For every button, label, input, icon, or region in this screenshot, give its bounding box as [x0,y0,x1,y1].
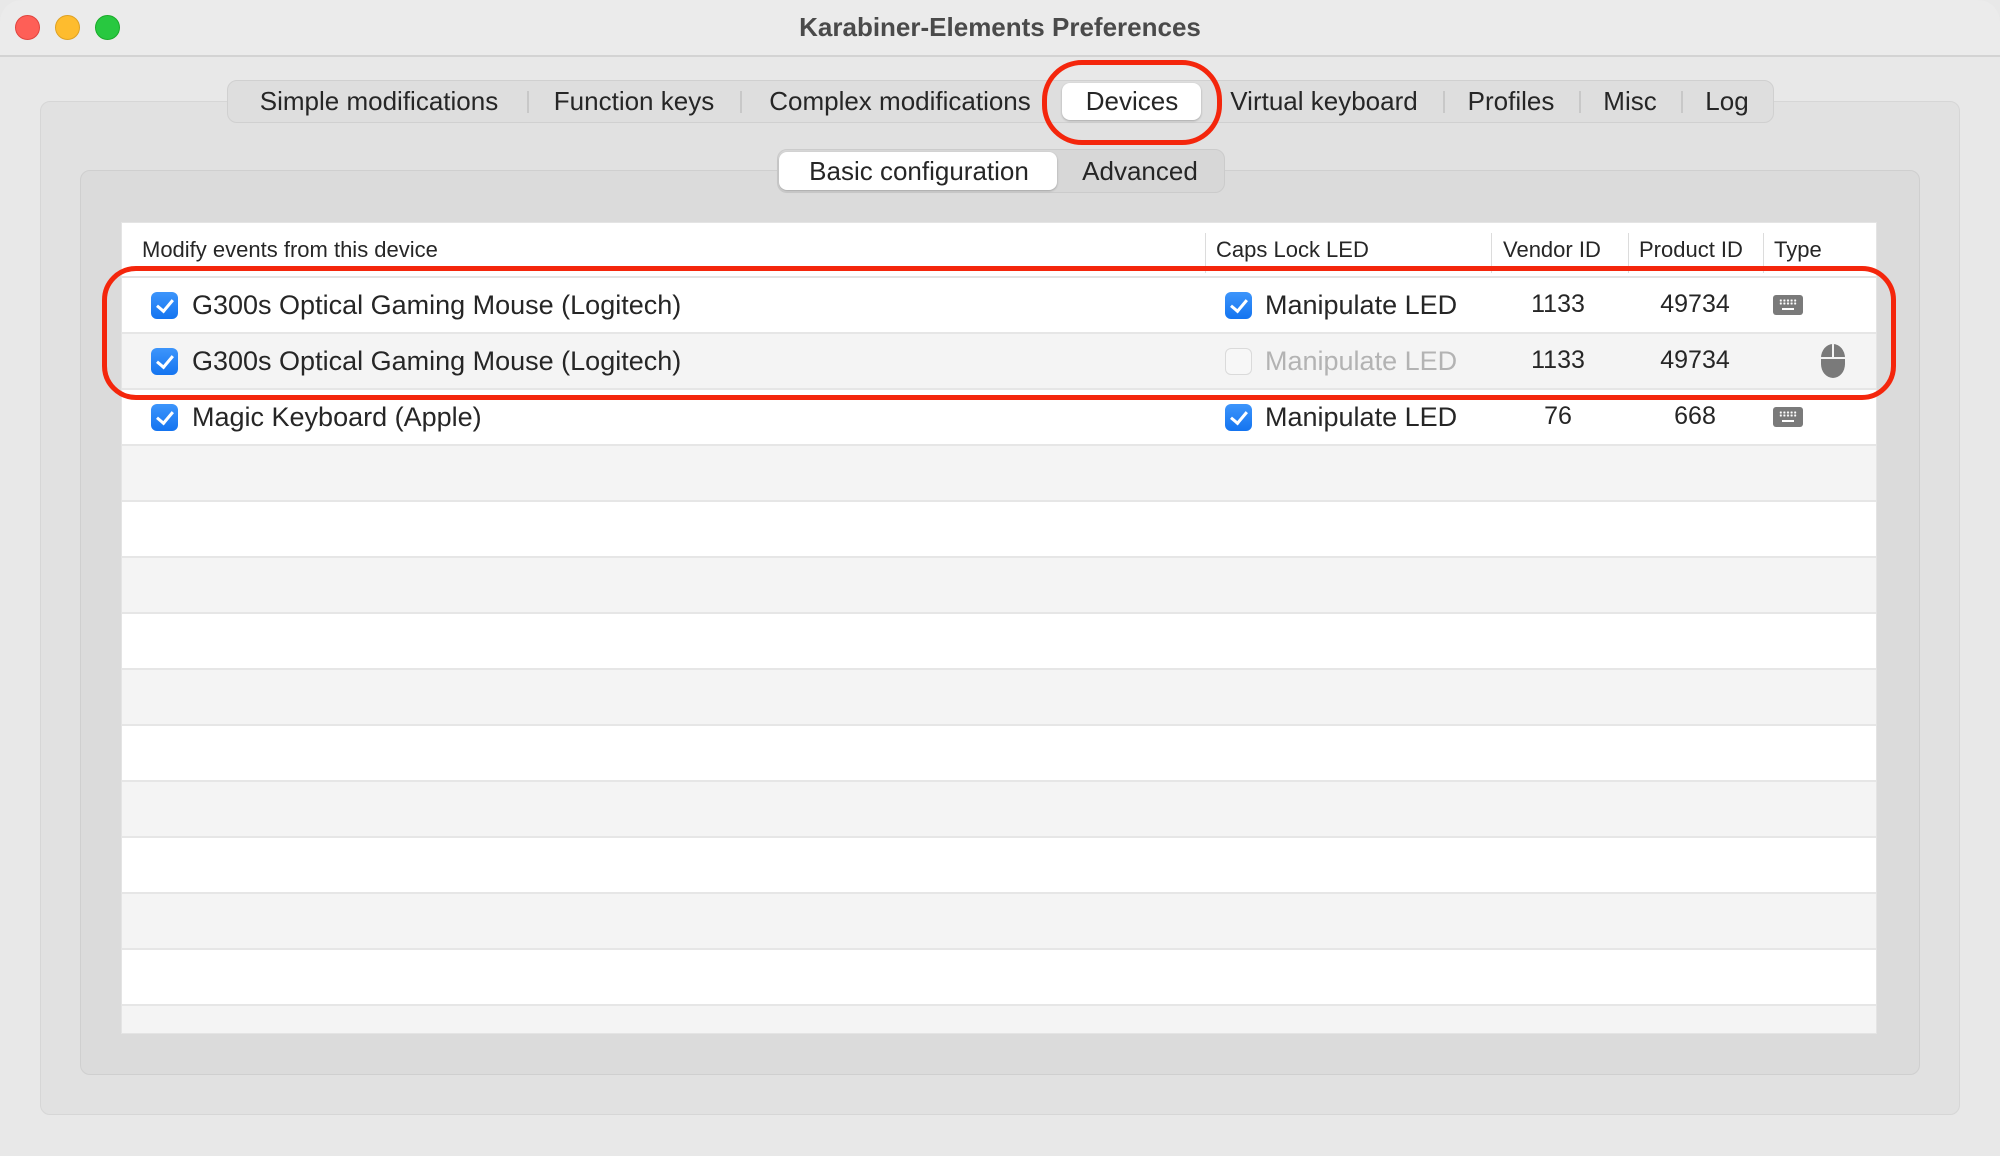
tab-virtual-keyboard[interactable]: Virtual keyboard [1230,81,1417,122]
product-id: 49734 [1660,346,1730,374]
tab-complex-modifications[interactable]: Complex modifications [769,81,1031,122]
table-row[interactable]: Magic Keyboard (Apple) Manipulate LED 76… [122,390,1876,446]
product-id: 668 [1674,402,1716,430]
tab-function-keys[interactable]: Function keys [554,81,714,122]
keyboard-icon [1773,295,1803,315]
modify-events-checkbox[interactable] [151,404,178,431]
title-bar: Karabiner-Elements Preferences [0,0,2000,57]
tab-devices[interactable]: Devices [1086,81,1178,122]
empty-row [122,726,1876,782]
tab-profiles[interactable]: Profiles [1468,81,1555,122]
tab-log[interactable]: Log [1705,81,1748,122]
modify-events-checkbox[interactable] [151,292,178,319]
column-divider[interactable] [1205,233,1206,273]
column-header-caps-lock-led[interactable]: Caps Lock LED [1216,237,1369,263]
caps-lock-led-checkbox[interactable] [1225,404,1252,431]
empty-row [122,670,1876,726]
vendor-id: 1133 [1531,346,1585,374]
device-name: G300s Optical Gaming Mouse (Logitech) [192,346,682,376]
tab-divider [1579,91,1581,113]
column-header-type[interactable]: Type [1774,237,1822,263]
caps-lock-led-label: Manipulate LED [1265,290,1458,320]
table-header: Modify events from this device Caps Lock… [122,223,1876,278]
product-id: 49734 [1660,290,1730,318]
keyboard-icon [1773,407,1803,427]
vendor-id: 76 [1544,402,1572,430]
empty-row [122,558,1876,614]
mouse-icon [1821,344,1845,378]
column-divider[interactable] [1763,233,1764,273]
tab-divider [740,91,742,113]
table-row[interactable]: G300s Optical Gaming Mouse (Logitech) Ma… [122,334,1876,390]
caps-lock-led-label: Manipulate LED [1265,402,1458,432]
subtab-basic-configuration[interactable]: Basic configuration [809,150,1029,192]
empty-row [122,950,1876,1006]
empty-row [122,1006,1876,1033]
column-divider[interactable] [1491,233,1492,273]
vendor-id: 1133 [1531,290,1585,318]
caps-lock-led-checkbox[interactable] [1225,292,1252,319]
tab-divider [527,91,529,113]
empty-row [122,446,1876,502]
tab-divider [1443,91,1445,113]
caps-lock-led-checkbox-disabled [1225,348,1252,375]
empty-row [122,782,1876,838]
window-title: Karabiner-Elements Preferences [799,12,1201,42]
tab-misc[interactable]: Misc [1603,81,1656,122]
empty-row [122,838,1876,894]
empty-row [122,614,1876,670]
device-name: Magic Keyboard (Apple) [192,402,482,432]
column-header-product-id[interactable]: Product ID [1639,237,1743,263]
column-header-vendor-id[interactable]: Vendor ID [1503,237,1601,263]
column-divider[interactable] [1628,233,1629,273]
tab-divider [1681,91,1683,113]
sub-tab-bar: Basic configuration Advanced [777,149,1225,193]
empty-row [122,502,1876,558]
caps-lock-led-label: Manipulate LED [1265,346,1458,376]
preferences-window: Karabiner-Elements Preferences Simple mo… [0,0,2000,1156]
device-name: G300s Optical Gaming Mouse (Logitech) [192,290,682,320]
column-header-modify[interactable]: Modify events from this device [142,237,438,263]
table-row[interactable]: G300s Optical Gaming Mouse (Logitech) Ma… [122,278,1876,334]
empty-row [122,894,1876,950]
subtab-advanced[interactable]: Advanced [1082,150,1198,192]
modify-events-checkbox[interactable] [151,348,178,375]
devices-table: Modify events from this device Caps Lock… [121,222,1877,1034]
tab-simple-modifications[interactable]: Simple modifications [260,81,498,122]
main-tab-bar: Simple modifications Function keys Compl… [227,80,1774,123]
